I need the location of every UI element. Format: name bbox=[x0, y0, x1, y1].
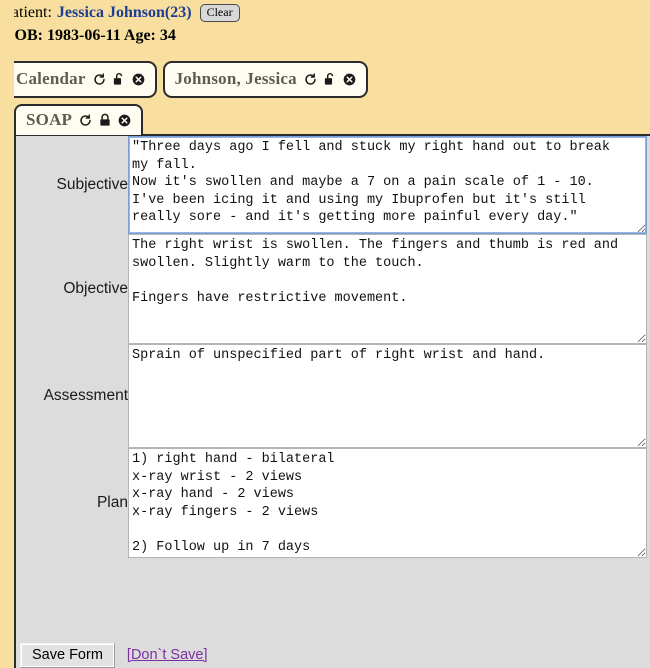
label-subjective: Subjective bbox=[56, 176, 128, 193]
plan-textarea[interactable] bbox=[128, 448, 647, 558]
refresh-icon[interactable] bbox=[304, 72, 317, 86]
form-actions: Save Form [Don`t Save] bbox=[14, 638, 650, 668]
close-circle-icon[interactable] bbox=[118, 114, 131, 127]
tab-calendar[interactable]: Calendar bbox=[4, 61, 157, 98]
subjective-textarea[interactable] bbox=[128, 136, 647, 234]
tab-patient-label: Johnson, Jessica bbox=[174, 69, 297, 88]
patient-name-link[interactable]: Jessica Johnson(23) bbox=[57, 3, 192, 23]
form-row-objective: Objective bbox=[16, 234, 650, 344]
tab-patient-johnson-jessica[interactable]: Johnson, Jessica bbox=[162, 61, 368, 98]
soap-form-table: Subjective Objective Assessment Plan bbox=[16, 136, 650, 558]
unlocked-padlock-icon[interactable] bbox=[113, 72, 125, 86]
dont-save-link[interactable]: [Don`t Save] bbox=[127, 647, 208, 663]
label-plan: Plan bbox=[96, 494, 128, 511]
tab-soap[interactable]: SOAP bbox=[14, 104, 144, 135]
unlocked-padlock-icon[interactable] bbox=[324, 72, 336, 86]
tab-soap-label: SOAP bbox=[26, 110, 73, 129]
refresh-icon[interactable] bbox=[79, 113, 92, 127]
save-form-button[interactable]: Save Form bbox=[20, 642, 115, 668]
close-circle-icon[interactable] bbox=[343, 73, 356, 86]
soap-form-panel: Subjective Objective Assessment Plan bbox=[14, 134, 650, 638]
form-row-plan: Plan bbox=[16, 448, 650, 558]
form-row-assessment: Assessment bbox=[16, 344, 650, 448]
assessment-textarea[interactable] bbox=[128, 344, 647, 448]
clear-button[interactable]: Clear bbox=[199, 4, 240, 22]
patient-header: Patient: Jessica Johnson(23) Clear DOB: … bbox=[0, 0, 650, 46]
objective-textarea[interactable] bbox=[128, 234, 647, 344]
patient-line: Patient: Jessica Johnson(23) Clear bbox=[3, 3, 650, 23]
locked-padlock-icon[interactable] bbox=[99, 113, 111, 127]
refresh-icon[interactable] bbox=[93, 72, 106, 86]
tab-calendar-label: Calendar bbox=[16, 69, 86, 88]
inner-tab-bar: SOAP bbox=[0, 103, 650, 135]
label-assessment: Assessment bbox=[43, 387, 128, 404]
left-gutter bbox=[0, 0, 14, 645]
form-row-subjective: Subjective bbox=[16, 136, 650, 234]
label-objective: Objective bbox=[63, 280, 128, 297]
tab-bar: Calendar Johnson, Jessica bbox=[0, 58, 650, 98]
close-circle-icon[interactable] bbox=[132, 73, 145, 86]
patient-dob-age: DOB: 1983-06-11 Age: 34 bbox=[3, 27, 176, 44]
